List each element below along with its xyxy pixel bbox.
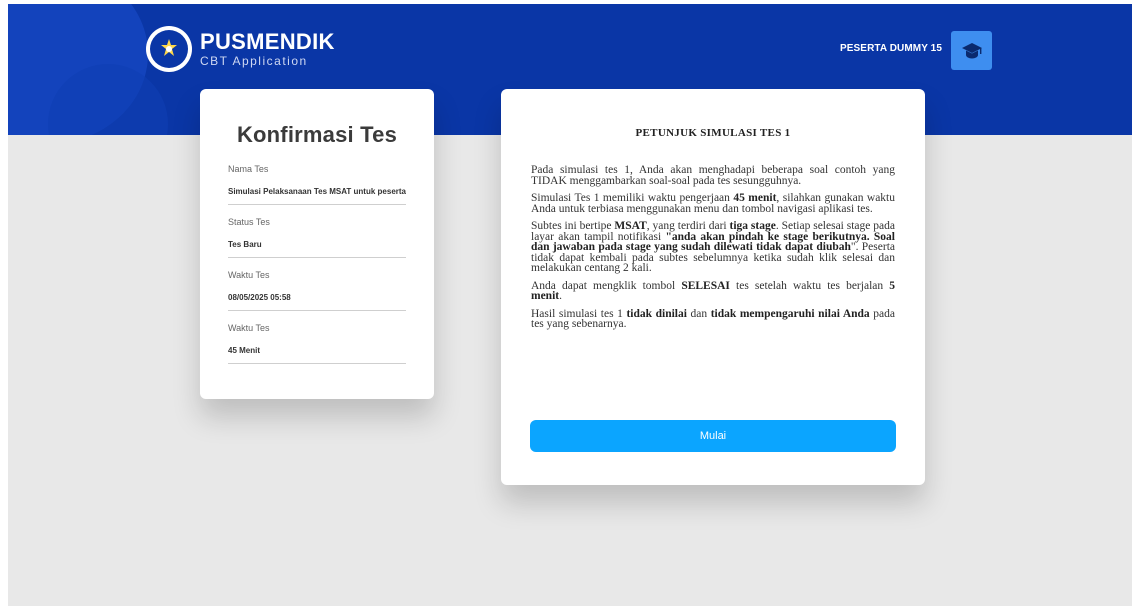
brand-name: PUSMENDIK — [200, 29, 335, 54]
field-label-test-status: Status Tes — [228, 217, 270, 227]
instructions-paragraph: Hasil simulasi tes 1 tidak dinilai dan t… — [531, 307, 895, 330]
instructions-paragraph: Pada simulasi tes 1, Anda akan menghadap… — [531, 164, 895, 187]
field-label-test-name: Nama Tes — [228, 164, 269, 174]
field-value-test-status: Tes Baru — [228, 240, 406, 258]
app-viewport: PUSMENDIK CBT Application PESERTA DUMMY … — [8, 4, 1132, 606]
tut-wuri-handayani-logo — [146, 26, 192, 72]
brand-subtitle: CBT Application — [200, 54, 308, 68]
field-label-test-time: Waktu Tes — [228, 270, 270, 280]
instructions-paragraph: Simulasi Tes 1 memiliki waktu pengerjaan… — [531, 192, 896, 215]
instructions-paragraph: Subtes ini bertipe MSAT, yang terdiri da… — [531, 220, 896, 274]
user-name[interactable]: PESERTA DUMMY 15 — [840, 43, 942, 54]
confirm-title: Konfirmasi Tes — [236, 122, 398, 147]
field-value-test-name: Simulasi Pelaksanaan Tes MSAT untuk pese… — [228, 187, 406, 205]
field-value-test-duration: 45 Menit — [228, 346, 406, 364]
start-button[interactable]: Mulai — [530, 420, 896, 452]
user-avatar[interactable] — [951, 31, 992, 70]
confirm-card: Konfirmasi Tes Nama Tes Simulasi Pelaksa… — [200, 89, 434, 399]
graduation-cap-icon — [961, 42, 982, 58]
field-label-test-duration: Waktu Tes — [228, 323, 270, 333]
field-value-test-time: 08/05/2025 05:58 — [228, 293, 406, 311]
brand[interactable]: PUSMENDIK CBT Application — [146, 26, 335, 72]
instructions-paragraph: Anda dapat mengklik tombol SELESAI tes s… — [531, 279, 895, 302]
instructions-body: Pada simulasi tes 1, Anda akan menghadap… — [531, 164, 896, 330]
instructions-title: PETUNJUK SIMULASI TES 1 — [635, 127, 791, 139]
instructions-card: PETUNJUK SIMULASI TES 1 Pada simulasi te… — [501, 89, 925, 485]
